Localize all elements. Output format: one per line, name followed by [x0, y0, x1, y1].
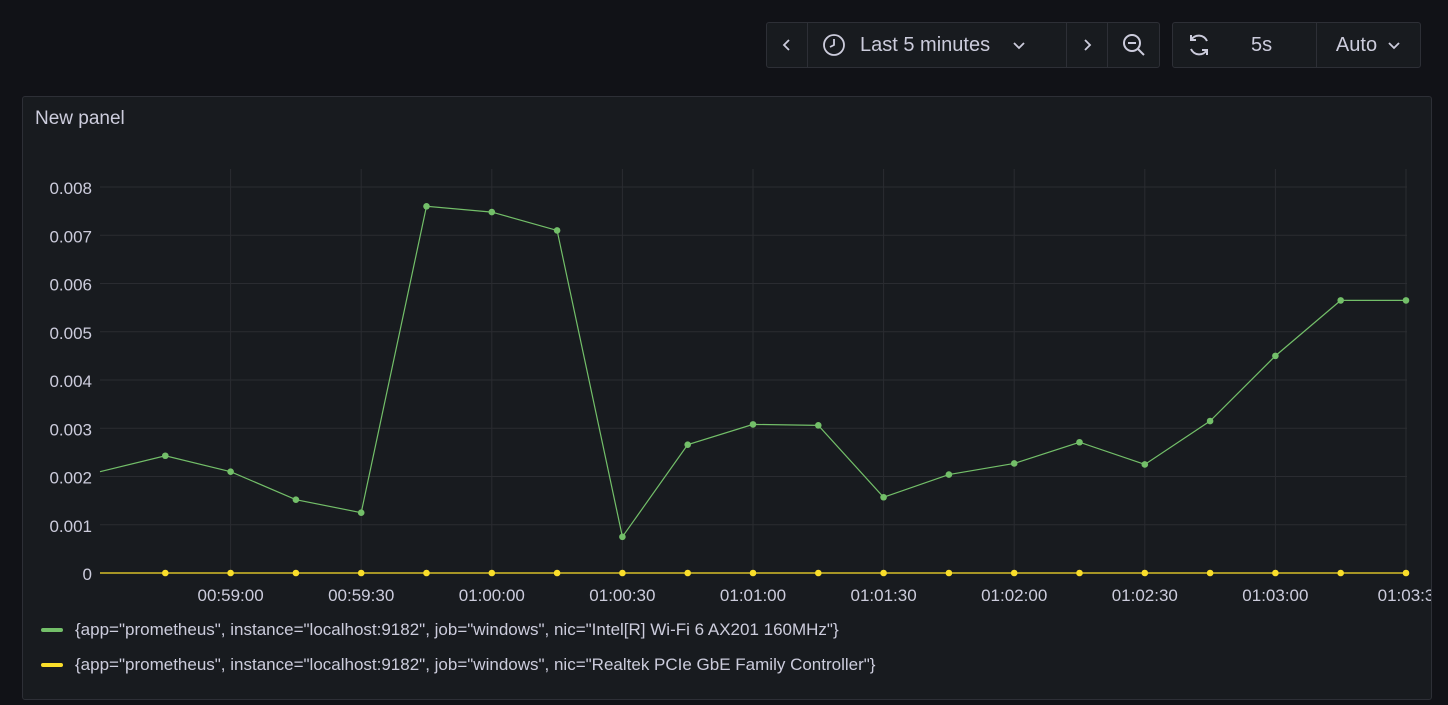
data-point-1	[1337, 569, 1344, 577]
refresh-interval-picker[interactable]: Auto	[1317, 23, 1420, 67]
data-point-0	[1337, 297, 1344, 304]
legend-label-1: {app="prometheus", instance="localhost:9…	[75, 655, 876, 674]
data-point-0	[488, 208, 496, 216]
y-tick-label: 0.001	[49, 517, 92, 536]
clock-icon	[823, 34, 845, 56]
x-tick-label: 01:00:00	[459, 586, 525, 605]
chevron-right-icon	[1084, 39, 1092, 51]
data-point-0	[423, 203, 430, 210]
data-point-0	[1141, 461, 1149, 468]
data-point-1	[880, 569, 887, 577]
y-tick-label: 0.004	[49, 372, 92, 391]
time-range-picker[interactable]: Last 5 minutes	[808, 23, 1067, 67]
x-tick-label: 01:00:30	[589, 586, 655, 605]
data-point-0	[815, 422, 822, 429]
chevron-left-icon	[782, 39, 790, 51]
data-point-1	[423, 569, 430, 577]
time-picker-group: Last 5 minutes	[766, 22, 1160, 68]
chevron-down-icon	[1013, 42, 1025, 50]
data-point-0	[357, 509, 365, 516]
x-tick-label: 01:03:3	[1378, 586, 1431, 605]
data-point-0	[619, 533, 626, 541]
data-point-1	[227, 569, 234, 577]
shift-time-back-button[interactable]	[767, 23, 808, 67]
y-tick-label: 0.007	[49, 227, 92, 246]
x-tick-label: 01:01:30	[851, 586, 917, 605]
legend-swatch-1	[41, 663, 63, 667]
data-point-1	[1206, 569, 1214, 577]
data-point-0	[684, 441, 691, 448]
x-tick-label: 01:02:30	[1112, 586, 1178, 605]
data-point-0	[1206, 417, 1214, 425]
y-tick-label: 0.008	[49, 179, 92, 198]
legend-item-1[interactable]: {app="prometheus", instance="localhost:9…	[41, 655, 875, 675]
y-tick-label: 0.002	[49, 469, 92, 488]
data-point-0	[227, 468, 234, 475]
data-point-1	[815, 569, 822, 577]
refresh-picker-group: 5s Auto	[1172, 22, 1421, 68]
data-point-0	[292, 496, 300, 503]
data-point-1	[684, 569, 691, 577]
x-tick-label: 00:59:30	[328, 586, 394, 605]
data-point-1	[619, 569, 626, 577]
legend-item-0[interactable]: {app="prometheus", instance="localhost:9…	[41, 620, 839, 640]
panel-title[interactable]: New panel	[35, 108, 125, 130]
x-tick-label: 01:02:00	[981, 586, 1047, 605]
data-point-0	[880, 493, 887, 501]
data-point-1	[162, 569, 169, 577]
data-point-0	[945, 471, 953, 478]
data-point-0	[1402, 297, 1410, 304]
data-point-1	[1272, 569, 1279, 577]
data-point-0	[1076, 438, 1083, 446]
data-point-1	[357, 569, 365, 577]
time-range-label: Last 5 minutes	[860, 33, 991, 56]
data-point-0	[749, 421, 757, 428]
x-tick-label: 01:01:00	[720, 586, 786, 605]
y-tick-label: 0.005	[49, 324, 92, 343]
data-point-1	[553, 569, 561, 577]
x-tick-label: 00:59:00	[198, 586, 264, 605]
y-tick-label: 0.003	[49, 420, 92, 439]
data-point-0	[162, 452, 169, 460]
data-point-0	[1272, 352, 1279, 360]
line-chart[interactable]: 0 0.001 0.002 0.003 0.004 0.005 0.006 0.007 0.00…	[23, 97, 1431, 699]
refresh-interval-label: 5s	[1251, 33, 1273, 56]
refresh-button[interactable]: 5s	[1173, 23, 1317, 67]
shift-time-forward-button[interactable]	[1067, 23, 1108, 67]
chevron-down-icon	[1388, 42, 1400, 50]
data-point-1	[488, 569, 496, 577]
y-tick-label: 0	[83, 565, 92, 584]
auto-label: Auto	[1335, 33, 1378, 56]
refresh-toolbar: 5s Auto	[1172, 22, 1421, 70]
data-point-1	[1076, 569, 1083, 577]
data-point-1	[1010, 569, 1018, 577]
data-point-1	[292, 569, 300, 577]
x-tick-label: 01:03:00	[1242, 586, 1308, 605]
data-point-1	[749, 569, 757, 577]
time-series-panel: 0 0.001 0.002 0.003 0.004 0.005 0.006 0.007 0.00…	[22, 96, 1432, 700]
time-range-toolbar: Last 5 minutes	[766, 22, 1160, 70]
data-point-1	[945, 569, 953, 577]
data-point-0	[553, 227, 561, 234]
zoom-out-button[interactable]	[1108, 23, 1159, 67]
zoom-out-icon	[1122, 34, 1145, 56]
legend-label-0: {app="prometheus", instance="localhost:9…	[75, 620, 839, 639]
refresh-icon	[1190, 34, 1208, 56]
data-point-0	[1010, 460, 1018, 467]
y-tick-label: 0.006	[49, 276, 92, 295]
data-point-1	[1141, 569, 1149, 577]
data-point-1	[1402, 569, 1410, 577]
legend-swatch-0	[41, 628, 63, 632]
